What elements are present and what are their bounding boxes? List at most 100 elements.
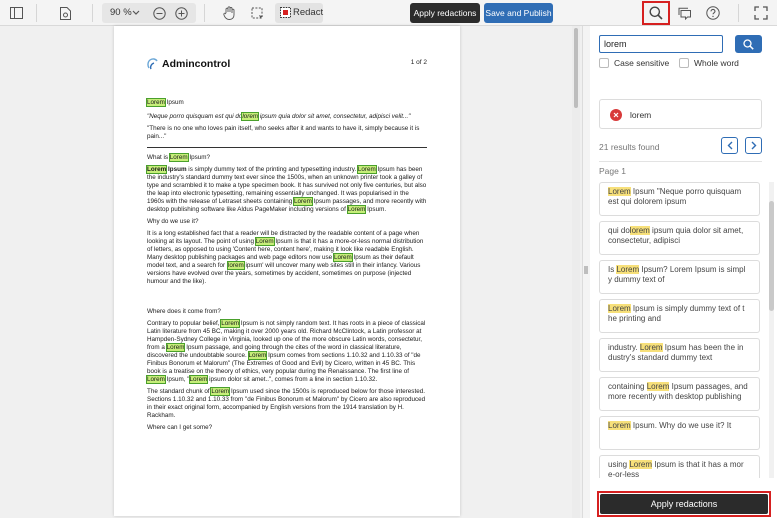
doc-question-4: Where can I get some? xyxy=(147,424,213,431)
result-match-highlight: Lorem xyxy=(608,421,631,430)
search-result-item[interactable]: Lorem Ipsum. Why do we use it? It xyxy=(599,416,760,450)
doc-paragraph-3: Contrary to popular belief, Lorem Ipsum … xyxy=(146,319,427,384)
text-run: Ipsum xyxy=(166,166,187,173)
document-scrollbar-thumb[interactable] xyxy=(574,28,578,108)
apply-redactions-button[interactable]: Apply redactions xyxy=(410,3,480,23)
chevron-left-icon xyxy=(727,141,732,150)
sidebar-toggle-icon[interactable] xyxy=(6,3,26,23)
search-match-highlight: Lorem xyxy=(293,197,313,206)
search-match-highlight: Lorem xyxy=(210,387,231,396)
search-result-item[interactable]: using Lorem Ipsum is that it has a mor e… xyxy=(599,455,760,478)
document-viewport[interactable]: Admincontrol 1 of 2 Lorem Ipsum "Neque p… xyxy=(0,26,590,518)
doc-paragraph-1: Lorem Ipsum is simply dummy text of the … xyxy=(145,165,427,214)
doc-separator xyxy=(147,147,427,148)
results-scrollbar-thumb[interactable] xyxy=(769,201,774,311)
text-run: What is xyxy=(147,154,170,161)
text-run: Ipsum? xyxy=(187,154,211,161)
doc-question-3: Where does it come from? xyxy=(147,308,221,315)
text-run: Ipsum. xyxy=(365,206,387,213)
zoom-in-icon[interactable] xyxy=(172,3,190,23)
result-match-highlight: Lorem xyxy=(616,265,640,274)
toolbar-divider xyxy=(36,4,37,22)
toolbar: 90 % Redact Apply redactions Save and Pu… xyxy=(0,0,777,26)
document-logo: Admincontrol xyxy=(147,58,230,70)
pan-hand-icon[interactable] xyxy=(219,3,239,23)
text-run: ipsum quia dolor sit amet, consectetur, … xyxy=(258,113,411,120)
text-run: is simply dummy text of the printing and… xyxy=(186,166,358,173)
search-result-item[interactable]: containing Lorem Ipsum passages, and mor… xyxy=(599,377,760,411)
text-run: ipsum dolor sit amet..", comes from a li… xyxy=(207,376,378,383)
redact-icon xyxy=(279,6,291,19)
apply-redactions-panel-button[interactable]: Apply redactions xyxy=(600,494,768,514)
close-icon xyxy=(613,112,619,118)
toolbar-divider xyxy=(92,4,93,22)
search-match-highlight: Lorem xyxy=(168,153,189,162)
admincontrol-logo-icon xyxy=(147,58,158,70)
grip-icon[interactable] xyxy=(584,266,588,274)
search-match-highlight: Lorem xyxy=(146,375,166,384)
text-run: Ipsum, " xyxy=(164,376,190,383)
results-page-label: Page 1 xyxy=(599,166,626,176)
search-match-highlight: Lorem xyxy=(332,253,353,262)
result-text: industry. xyxy=(608,343,640,352)
result-match-highlight: Lorem xyxy=(608,187,631,196)
search-panel: Case sensitive Whole word lorem 21 resul… xyxy=(590,26,777,518)
search-icon xyxy=(743,38,754,50)
result-match-highlight: Lorem xyxy=(608,304,631,313)
comments-icon[interactable] xyxy=(675,3,695,23)
page-indicator: 1 of 2 xyxy=(410,59,427,66)
search-button[interactable] xyxy=(735,35,762,53)
result-match-highlight: Lorem xyxy=(629,460,653,469)
file-settings-icon[interactable] xyxy=(55,3,75,23)
doc-question-1: What is Lorem Ipsum? xyxy=(147,153,427,162)
search-toggle-button[interactable] xyxy=(642,1,670,25)
text-run: Contrary to popular belief, xyxy=(147,320,222,327)
zoom-level[interactable]: 90 % xyxy=(110,7,132,18)
search-result-item[interactable]: Lorem Ipsum is simply dummy text of t he… xyxy=(599,299,760,333)
search-match-highlight: Lorem xyxy=(356,165,377,174)
result-match-highlight: Lorem xyxy=(639,343,663,352)
text-run: The standard chunk of xyxy=(147,388,212,395)
search-match-highlight: Lorem xyxy=(145,165,168,174)
next-result-button[interactable] xyxy=(745,137,762,154)
search-term-chip: lorem xyxy=(599,99,762,129)
toolbar-divider xyxy=(204,4,205,22)
search-input[interactable] xyxy=(599,35,723,53)
search-match-highlight: Lorem xyxy=(247,351,268,360)
search-match-highlight: lorem xyxy=(227,261,245,270)
doc-question-2: Why do we use it? xyxy=(147,218,199,225)
app-window: 90 % Redact Apply redactions Save and Pu… xyxy=(0,0,777,518)
search-match-highlight: lorem xyxy=(241,112,260,121)
fullscreen-icon[interactable] xyxy=(751,3,771,23)
zoom-out-icon[interactable] xyxy=(150,3,168,23)
result-match-highlight: Lorem xyxy=(646,382,670,391)
previous-result-button[interactable] xyxy=(721,137,738,154)
panel-separator xyxy=(599,161,762,162)
save-and-publish-button[interactable]: Save and Publish xyxy=(484,3,553,23)
result-text: containing xyxy=(608,382,647,391)
search-match-highlight: Lorem xyxy=(254,237,275,246)
whole-word-checkbox[interactable] xyxy=(679,58,689,68)
doc-quote: "Neque porro quisquam est qui dolorem ip… xyxy=(147,112,427,121)
text-run: Ipsum xyxy=(164,99,184,106)
search-match-highlight: Lorem xyxy=(146,98,166,107)
result-match-highlight: lorem xyxy=(629,226,650,235)
search-match-highlight: Lorem xyxy=(220,319,241,328)
case-sensitive-label: Case sensitive xyxy=(614,58,670,68)
toolbar-divider xyxy=(738,4,739,22)
search-match-highlight: Lorem xyxy=(165,343,186,352)
chevron-down-icon[interactable] xyxy=(130,3,142,23)
search-result-item[interactable]: Lorem Ipsum "Neque porro quisquam est qu… xyxy=(599,182,760,216)
search-result-item[interactable]: Is Lorem Ipsum? Lorem Ipsum is simpl y d… xyxy=(599,260,760,294)
results-count: 21 results found xyxy=(599,142,660,152)
remove-term-button[interactable] xyxy=(610,109,622,121)
search-result-item[interactable]: qui dolorem ipsum quia dolor sit amet, c… xyxy=(599,221,760,255)
search-result-item[interactable]: industry. Lorem Ipsum has been the in du… xyxy=(599,338,760,372)
document-page: Admincontrol 1 of 2 Lorem Ipsum "Neque p… xyxy=(114,26,460,516)
doc-paragraph-4: The standard chunk of Lorem Ipsum used s… xyxy=(147,387,427,420)
select-area-icon[interactable] xyxy=(247,3,267,23)
redact-label: Redact xyxy=(293,7,324,18)
case-sensitive-checkbox[interactable] xyxy=(599,58,609,68)
search-term-label: lorem xyxy=(630,110,652,120)
help-icon[interactable] xyxy=(703,3,723,23)
